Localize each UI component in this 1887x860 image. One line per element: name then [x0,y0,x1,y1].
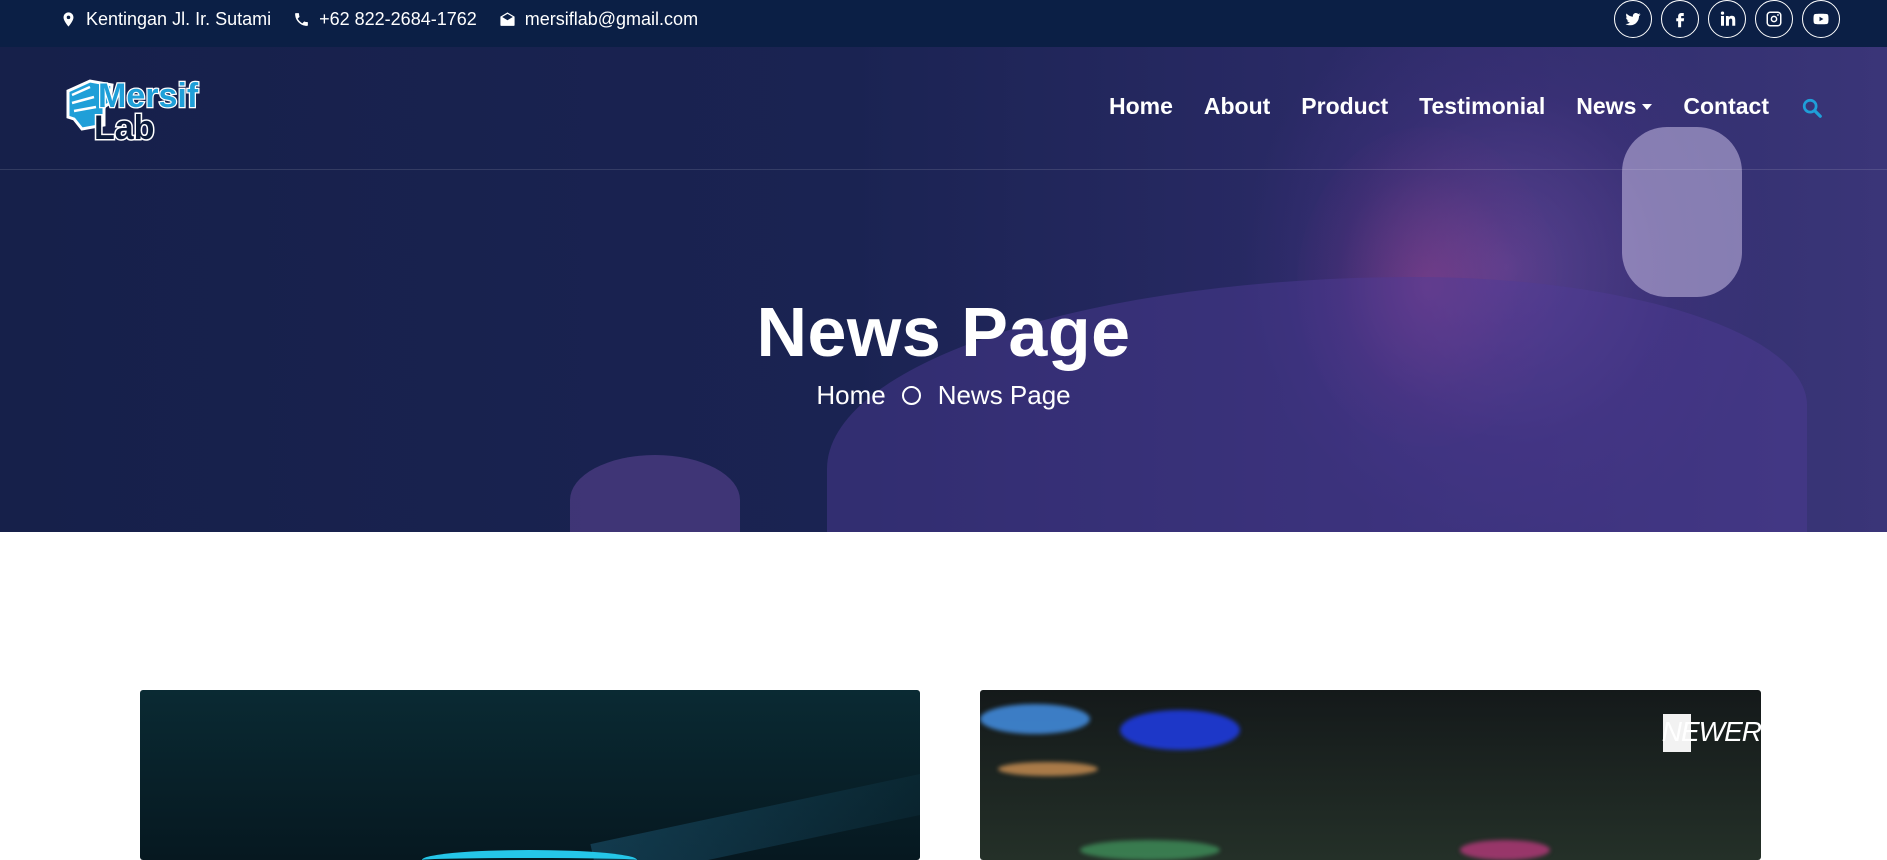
email-item[interactable]: mersiflab@gmail.com [499,9,698,30]
light-beam-shape [590,756,920,860]
main-navbar: Mersif Lab Home About Product Testimonia… [0,47,1887,170]
breadcrumb-separator-icon [901,386,921,405]
hero-hand-shape [570,455,740,532]
mersif-lab-logo[interactable]: Mersif Lab [60,73,215,143]
neon-blob-blue [980,704,1090,734]
svg-text:Lab: Lab [94,109,154,143]
nav-about[interactable]: About [1204,93,1270,120]
facebook-button[interactable] [1661,0,1699,38]
facebook-icon [1676,13,1685,28]
address-text: Kentingan Jl. Ir. Sutami [86,8,272,29]
social-links [1605,0,1840,38]
neon-blob-deep-blue [1120,710,1240,750]
card-brand-text: NEWER [1661,716,1761,747]
nav-home[interactable]: Home [1109,93,1173,120]
contact-info: Kentingan Jl. Ir. Sutami +62 822-2684-17… [60,0,720,38]
youtube-icon [1813,13,1829,25]
news-card-image-1[interactable] [140,690,920,860]
breadcrumb-home[interactable]: Home [816,380,885,411]
nav-product[interactable]: Product [1301,93,1388,120]
hero-banner: Mersif Lab Home About Product Testimonia… [0,47,1887,532]
twitter-icon [1625,13,1641,26]
page-title: News Page [756,293,1131,371]
linkedin-icon [1720,11,1736,26]
nav-news-dropdown[interactable]: News [1576,93,1653,120]
email-text: mersiflab@gmail.com [524,8,699,29]
location-pin-icon [63,11,74,27]
twitter-button[interactable] [1614,0,1652,38]
top-bar: Kentingan Jl. Ir. Sutami +62 822-2684-17… [0,0,1887,47]
instagram-button[interactable] [1755,0,1793,38]
nav-contact[interactable]: Contact [1683,93,1769,120]
news-card-image-2[interactable]: NEWER [980,690,1761,860]
breadcrumb: Home News Page [0,380,1887,411]
envelope-open-icon [500,11,515,26]
search-icon[interactable] [1801,97,1823,119]
neon-blob-orange [998,762,1098,776]
linkedin-button[interactable] [1708,0,1746,38]
breadcrumb-current: News Page [937,380,1071,410]
neon-blob-green [1080,840,1220,860]
nav-testimonial[interactable]: Testimonial [1419,93,1545,120]
nav-menu: Home About Product Testimonial News Cont… [1078,93,1769,120]
address-item: Kentingan Jl. Ir. Sutami [60,9,271,30]
instagram-icon [1766,11,1782,27]
nav-news-label: News [1576,93,1637,119]
youtube-button[interactable] [1802,0,1840,38]
phone-icon [295,12,308,26]
neon-blob-pink [1460,840,1550,860]
phone-text: +62 822-2684-1762 [319,8,477,29]
caret-down-icon [1642,103,1653,110]
phone-item[interactable]: +62 822-2684-1762 [293,9,477,30]
